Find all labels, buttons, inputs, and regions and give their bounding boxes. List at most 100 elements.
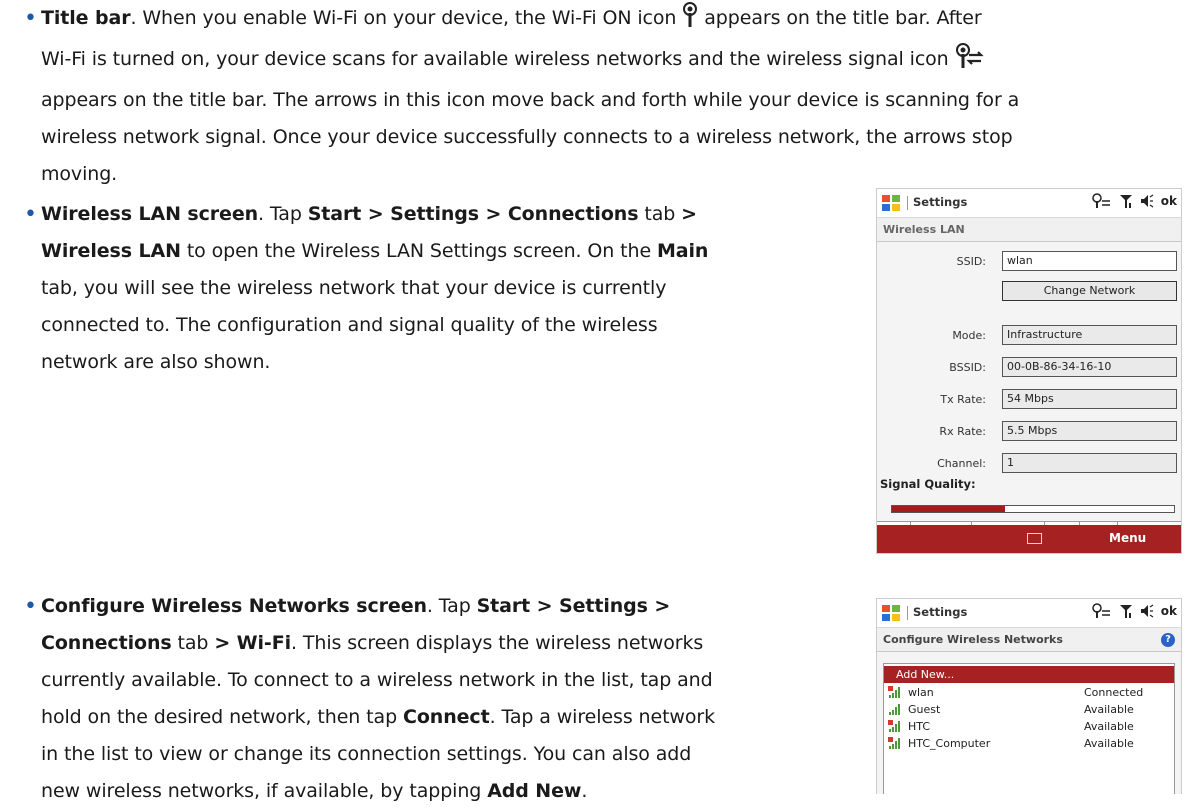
menu-button[interactable]: Menu <box>1109 531 1146 545</box>
ok-button[interactable]: ok <box>1161 194 1177 208</box>
text-line: wireless network signal. Once your devic… <box>41 126 1013 148</box>
text-run: hold on the desired network, then tap <box>41 706 403 728</box>
lead-wireless-lan: Wireless LAN screen <box>41 203 259 225</box>
text-line: network are also shown. <box>41 351 271 373</box>
wifi-on-icon <box>682 2 698 41</box>
text-run: new wireless networks, if available, by … <box>41 780 488 802</box>
device-title-bar: Settings ok <box>877 189 1181 218</box>
add-new-item[interactable]: Add New... <box>884 666 1174 683</box>
mode-field: Infrastructure <box>1002 325 1177 345</box>
network-signal-icon <box>889 704 900 715</box>
network-status: Available <box>1084 703 1134 716</box>
channel-field: 1 <box>1002 453 1177 473</box>
network-row[interactable]: HTC_Computer Available <box>884 735 1174 752</box>
text-run: . This screen displays the wireless netw… <box>291 632 704 654</box>
keyboard-icon[interactable] <box>1027 533 1042 544</box>
soft-key-bar: Menu <box>877 525 1181 553</box>
network-list: Add New... wlan Connected Guest Available HT… <box>883 663 1175 794</box>
ok-button[interactable]: ok <box>1161 604 1177 618</box>
wireless-signal-icon <box>1092 193 1110 208</box>
screen-subtitle: Configure Wireless Networks ? <box>877 628 1181 652</box>
windows-logo-icon <box>882 605 900 621</box>
network-signal-icon <box>888 686 900 698</box>
subtitle-text: Configure Wireless Networks <box>883 633 1063 646</box>
text-line: currently available. To connect to a wir… <box>41 669 713 691</box>
title-separator <box>907 606 908 620</box>
text-line: in the list to view or change its connec… <box>41 743 692 765</box>
text-line: tab, you will see the wireless network t… <box>41 277 667 299</box>
phone-signal-icon <box>1119 605 1132 618</box>
text-run: to open the Wireless LAN Settings screen… <box>180 240 657 262</box>
bssid-field: 00-0B-86-34-16-10 <box>1002 357 1177 377</box>
text-run: Main <box>656 240 709 262</box>
text-run: . Tap <box>258 203 308 225</box>
title-separator <box>907 196 908 210</box>
text-run: Start > Settings > <box>476 595 671 617</box>
channel-label: Channel: <box>937 457 986 470</box>
tx-rate-field: 54 Mbps <box>1002 389 1177 409</box>
wlan-body: SSID: wlan Change Network Mode: Infrastr… <box>877 243 1181 553</box>
lead-title-bar: Title bar <box>41 7 131 29</box>
volume-icon <box>1140 194 1154 208</box>
text-line: When you enable Wi-Fi on your device, th… <box>142 7 677 29</box>
configure-wireless-screenshot: Settings ok Configure Wireless Networks … <box>876 598 1182 794</box>
paragraph-configure-wireless: Configure Wireless Networks screen . Tap … <box>41 588 861 810</box>
network-name: wlan <box>908 686 934 699</box>
network-row[interactable]: wlan Connected <box>884 684 1174 701</box>
text-run: > Wi-Fi <box>214 632 292 654</box>
text-run: . <box>581 780 588 802</box>
signal-quality-fill <box>892 506 1005 512</box>
screen-subtitle: Wireless LAN <box>877 218 1181 242</box>
network-row[interactable]: HTC Available <box>884 718 1174 735</box>
phone-signal-icon <box>1119 195 1132 208</box>
text-run: tab <box>638 203 682 225</box>
text-run: Start > Settings > Connections <box>307 203 639 225</box>
text-run: . Tap a wireless network <box>489 706 716 728</box>
wireless-signal-icon <box>1092 603 1110 618</box>
status-icons: ok <box>1092 603 1177 619</box>
help-icon[interactable]: ? <box>1161 633 1175 647</box>
device-title: Settings <box>913 195 968 209</box>
bullet-marker: • <box>24 594 37 619</box>
change-network-button[interactable]: Change Network <box>1002 281 1177 301</box>
text-run: Wireless LAN <box>41 240 181 262</box>
network-row[interactable]: Guest Available <box>884 701 1174 718</box>
text-run: Connections <box>41 632 172 654</box>
network-name: HTC_Computer <box>908 737 991 750</box>
network-signal-icon <box>888 737 900 749</box>
text-line: appears on the title bar. After <box>698 7 982 29</box>
rx-rate-label: Rx Rate: <box>939 425 986 438</box>
network-name: HTC <box>908 720 931 733</box>
wireless-lan-screenshot: Settings ok Wireless LAN SSID: wlan Chan… <box>876 188 1182 554</box>
status-icons: ok <box>1092 193 1177 209</box>
text-run: > <box>681 203 697 225</box>
bullet-marker: • <box>24 202 37 227</box>
paragraph-wireless-lan: Wireless LAN screen. Tap Start > Setting… <box>41 196 861 381</box>
text-run: tab <box>171 632 215 654</box>
text-line: Wi-Fi is turned on, your device scans fo… <box>41 48 949 70</box>
windows-logo-icon <box>882 195 900 211</box>
rx-rate-field: 5.5 Mbps <box>1002 421 1177 441</box>
text-line: connected to. The configuration and sign… <box>41 314 658 336</box>
signal-quality-bar <box>891 505 1175 513</box>
bssid-label: BSSID: <box>949 361 986 374</box>
device-title-bar: Settings ok <box>877 599 1181 628</box>
network-status: Available <box>1084 720 1134 733</box>
ssid-field[interactable]: wlan <box>1002 251 1177 271</box>
signal-quality-label: Signal Quality: <box>880 477 976 491</box>
device-title: Settings <box>913 605 968 619</box>
mode-label: Mode: <box>952 329 986 342</box>
ssid-label: SSID: <box>956 255 986 268</box>
text-run: . Tap <box>426 595 477 617</box>
volume-icon <box>1140 604 1154 618</box>
paragraph-title-bar: Title bar. When you enable Wi-Fi on your… <box>41 0 1181 193</box>
network-signal-icon <box>888 720 900 732</box>
tx-rate-label: Tx Rate: <box>940 393 986 406</box>
bullet-marker: • <box>24 6 37 31</box>
network-name: Guest <box>908 703 941 716</box>
text-run: Add New <box>487 780 582 802</box>
network-status: Available <box>1084 737 1134 750</box>
network-status: Connected <box>1084 686 1144 699</box>
lead-configure-wireless: Configure Wireless Networks screen <box>41 595 427 617</box>
text-line: appears on the title bar. The arrows in … <box>41 89 1020 111</box>
